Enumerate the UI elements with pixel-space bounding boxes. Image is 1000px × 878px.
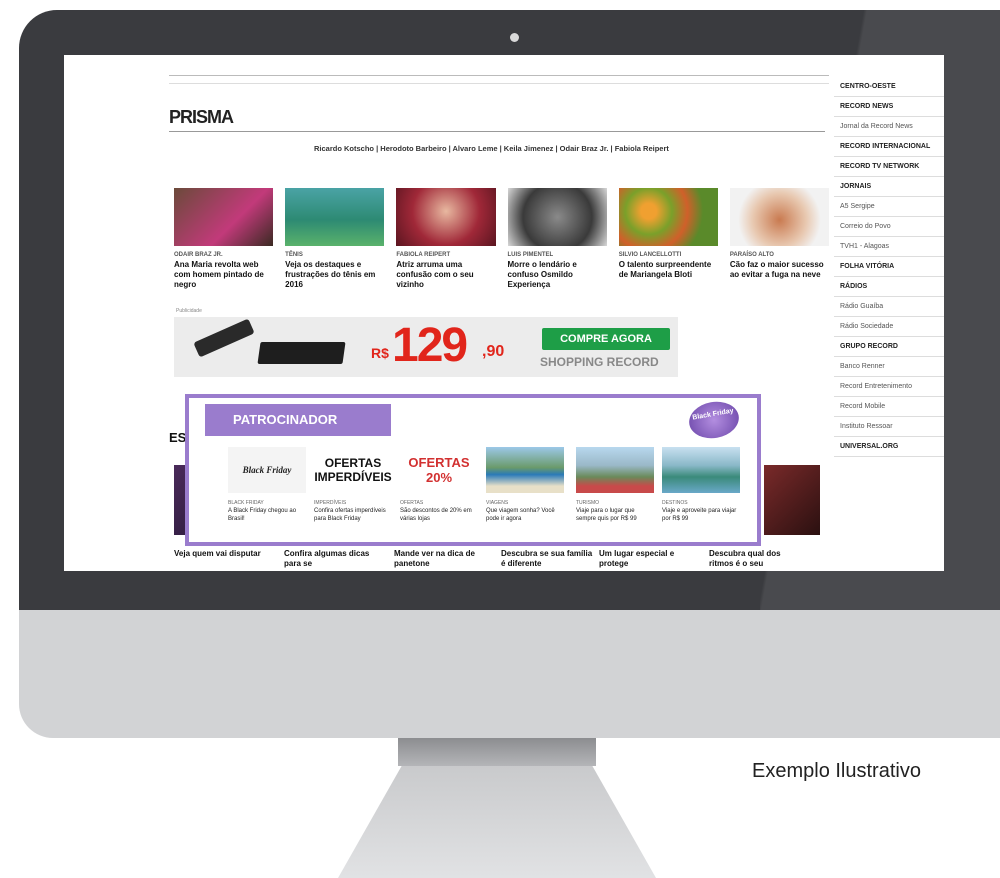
article-title[interactable]: Cão faz o maior sucesso ao evitar a fuga… bbox=[730, 260, 829, 280]
article-card[interactable]: PARAÍSO ALTO Cão faz o maior sucesso ao … bbox=[729, 188, 830, 290]
article-card[interactable]: TÊNIS Veja os destaques e frustrações do… bbox=[285, 188, 385, 290]
monitor-stand-neck bbox=[398, 738, 596, 766]
sponsor-card[interactable]: OFERTAS 20% Ofertas São descontos de 20%… bbox=[400, 447, 478, 523]
sidebar-item[interactable]: Instituto Ressoar bbox=[834, 417, 944, 437]
article-category: TÊNIS bbox=[285, 252, 303, 258]
article-title[interactable]: Veja quem vai disputar bbox=[174, 549, 270, 559]
bridge-photo-icon[interactable] bbox=[576, 447, 654, 493]
article-title[interactable]: Um lugar especial e protege bbox=[599, 549, 695, 569]
top-divider bbox=[169, 83, 829, 84]
article-card[interactable]: ODAIR BRAZ JR. Ana Maria revolta web com… bbox=[174, 188, 274, 290]
article-title[interactable]: Atriz arruma uma confusão com o seu vizi… bbox=[396, 260, 495, 290]
set-top-box-icon bbox=[257, 342, 346, 364]
sidebar-item[interactable]: JORNAIS bbox=[834, 177, 944, 197]
sidebar-item[interactable]: FOLHA VITÓRIA bbox=[834, 257, 944, 277]
author-links[interactable]: Ricardo Kotscho | Herodoto Barbeiro | Al… bbox=[314, 143, 794, 154]
sidebar-item[interactable]: UNIVERSAL.ORG bbox=[834, 437, 944, 457]
sponsor-card-title[interactable]: Viaje e aproveite para viajar por R$ 99 bbox=[662, 507, 740, 523]
offers-ad-image[interactable]: OFERTAS IMPERDÍVEIS bbox=[314, 447, 392, 493]
article-title[interactable]: Mande ver na dica de panetone bbox=[394, 549, 490, 569]
beach-photo-icon[interactable] bbox=[486, 447, 564, 493]
sponsor-card-title[interactable]: A Black Friday chegou ao Brasil! bbox=[228, 507, 306, 523]
food-photo-icon[interactable] bbox=[618, 188, 718, 246]
illustrative-caption: Exemplo Ilustrativo bbox=[752, 760, 921, 782]
sponsor-card[interactable]: Viagens Que viagem sonha? Você pode ir a… bbox=[486, 447, 564, 523]
black-friday-ad-image[interactable]: Black Friday bbox=[228, 447, 306, 493]
sponsor-card-category: Destinos bbox=[662, 500, 688, 506]
monitor-stand-foot bbox=[338, 766, 656, 878]
sponsor-card-category: Turismo bbox=[576, 500, 600, 506]
city-photo-icon[interactable] bbox=[662, 447, 740, 493]
site-logo[interactable]: PRISMA bbox=[169, 107, 234, 128]
article-title[interactable]: O talento surpreendente de Mariangela Bl… bbox=[619, 260, 718, 280]
sponsor-card-title[interactable]: Confira ofertas imperdíveis para Black F… bbox=[314, 507, 392, 523]
sponsor-card-title[interactable]: Que viagem sonha? Você pode ir agora bbox=[486, 507, 564, 523]
sidebar-item[interactable]: CENTRO-OESTE bbox=[834, 77, 944, 97]
sidebar-item[interactable]: Rádio Sociedade bbox=[834, 317, 944, 337]
sidebar-item[interactable]: RECORD TV NETWORK bbox=[834, 157, 944, 177]
sidebar-item[interactable]: Rádio Guaíba bbox=[834, 297, 944, 317]
article-category: FABIOLA REIPERT bbox=[396, 252, 451, 258]
sidebar-item[interactable]: TVH1 - Alagoas bbox=[834, 237, 944, 257]
sidebar-item[interactable]: Correio do Povo bbox=[834, 217, 944, 237]
article-category: LUIS PIMENTEL bbox=[507, 252, 554, 258]
woman-photo-icon[interactable] bbox=[174, 188, 274, 246]
sponsor-card[interactable]: Destinos Viaje e aproveite para viajar p… bbox=[662, 447, 740, 523]
monitor-chin bbox=[19, 610, 1000, 738]
sponsor-card-category: Imperdíveis bbox=[314, 500, 347, 506]
top-divider bbox=[169, 75, 829, 76]
dog-photo-icon[interactable] bbox=[729, 188, 830, 246]
article-grid: ODAIR BRAZ JR. Ana Maria revolta web com… bbox=[174, 188, 830, 290]
actress-photo-icon[interactable] bbox=[396, 188, 496, 246]
ad-label: Publicidade bbox=[176, 308, 202, 314]
price-currency: R$ bbox=[371, 345, 389, 361]
article-card[interactable]: LUIS PIMENTEL Morre o lendário e confuso… bbox=[507, 188, 607, 290]
store-name: SHOPPING RECORD bbox=[540, 355, 659, 369]
buy-now-button[interactable]: COMPRE AGORA bbox=[542, 328, 670, 350]
article-card[interactable]: FABIOLA REIPERT Atriz arruma uma confusã… bbox=[396, 188, 496, 290]
sponsor-card-category: Black Friday bbox=[228, 500, 264, 506]
sidebar-item[interactable]: Banco Renner bbox=[834, 357, 944, 377]
sponsor-card-category: Viagens bbox=[486, 500, 509, 506]
sponsor-card[interactable]: Black Friday Black Friday A Black Friday… bbox=[228, 447, 306, 523]
sidebar-item[interactable]: Record Mobile bbox=[834, 397, 944, 417]
article-card[interactable]: SILVIO LANCELLOTTI O talento surpreenden… bbox=[618, 188, 718, 290]
article-category: ODAIR BRAZ JR. bbox=[174, 252, 223, 258]
sidebar-item[interactable]: RECORD INTERNACIONAL bbox=[834, 137, 944, 157]
article-title[interactable]: Morre o lendário e confuso Osmildo Exper… bbox=[508, 260, 607, 290]
discount-ad-image[interactable]: OFERTAS 20% bbox=[400, 447, 478, 493]
sidebar-item[interactable]: Record Entretenimento bbox=[834, 377, 944, 397]
logo-divider bbox=[169, 131, 825, 132]
article-title[interactable]: Descubra se sua família é diferente bbox=[501, 549, 597, 569]
sponsor-tag: PATROCINADOR bbox=[205, 404, 391, 436]
sponsor-card[interactable]: OFERTAS IMPERDÍVEIS Imperdíveis Confira … bbox=[314, 447, 392, 523]
tennis-photo-icon[interactable] bbox=[285, 188, 385, 246]
webcam-icon bbox=[510, 33, 519, 42]
sidebar-item[interactable]: RECORD NEWS bbox=[834, 97, 944, 117]
price-value: 129 bbox=[392, 319, 468, 372]
article-image[interactable] bbox=[764, 465, 820, 535]
sponsor-card-category: Ofertas bbox=[400, 500, 424, 506]
article-title[interactable]: Ana Maria revolta web com homem pintado … bbox=[174, 260, 273, 290]
price-cents: ,90 bbox=[482, 343, 505, 360]
article-title[interactable]: Descubra qual dos ritmos é o seu bbox=[709, 549, 805, 569]
sponsor-card-title[interactable]: Viaje para o lugar que sempre quis por R… bbox=[576, 507, 654, 523]
sponsor-card-title[interactable]: São descontos de 20% em várias lojas bbox=[400, 507, 478, 523]
article-title[interactable]: Confira algumas dicas para se bbox=[284, 549, 380, 569]
article-title[interactable]: Veja os destaques e frustrações do tênis… bbox=[285, 260, 384, 290]
sidebar-item[interactable]: Jornal da Record News bbox=[834, 117, 944, 137]
sidebar-item[interactable]: A5 Sergipe bbox=[834, 197, 944, 217]
sponsor-card[interactable]: Turismo Viaje para o lugar que sempre qu… bbox=[576, 447, 654, 523]
article-category: PARAÍSO ALTO bbox=[729, 252, 774, 258]
sidebar-item[interactable]: GRUPO RECORD bbox=[834, 337, 944, 357]
sidebar-item[interactable]: RÁDIOS bbox=[834, 277, 944, 297]
article-category: SILVIO LANCELLOTTI bbox=[618, 252, 682, 258]
sidebar: CENTRO-OESTE RECORD NEWS Jornal da Recor… bbox=[834, 77, 944, 457]
man-photo-icon[interactable] bbox=[507, 188, 607, 246]
